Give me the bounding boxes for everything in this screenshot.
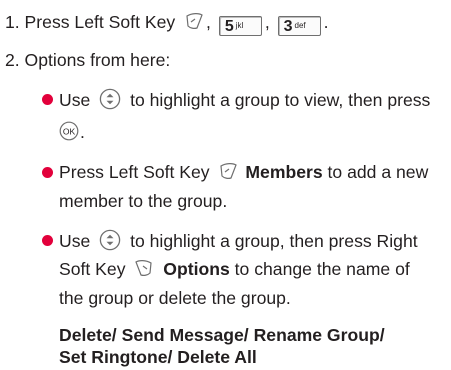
step-1-text: 1. Press Left Soft Key (5, 12, 176, 32)
bullet-3-line-1: Use to highlight a group, then press Rig… (59, 229, 418, 256)
right-soft-key-icon (134, 259, 154, 282)
step-2: 2. Options from here: (5, 50, 171, 70)
options-list-line-1: Delete/ Send Message/ Rename Group/ (59, 325, 385, 345)
members-label: Members (245, 162, 323, 182)
left-soft-key-icon (184, 12, 204, 35)
bullet-2-line-2: member to the group. (59, 191, 228, 211)
key-3: 3 def (277, 16, 321, 36)
nav-updown-icon (99, 229, 121, 256)
manual-page: 1. Press Left Soft Key , 5 jkl, 3 def. 2. … (0, 0, 451, 370)
nav-updown-icon (99, 88, 121, 115)
bullet-3 (42, 235, 53, 246)
bullet-3-line-3: the group or delete the group. (59, 288, 291, 308)
step-1: 1. Press Left Soft Key , 5 jkl, 3 def. (5, 12, 329, 36)
bullet-1 (42, 94, 53, 105)
options-label: Options (163, 259, 230, 279)
bullet-3-line-2: Soft Key Options to change the name of (59, 258, 410, 282)
options-list-line-2: Set Ringtone/ Delete All (59, 347, 257, 367)
left-soft-key-icon (218, 162, 238, 185)
ok-key-icon: OK (59, 121, 79, 146)
bullet-1-line-2: OK . (59, 121, 85, 146)
bullet-2-line-1: Press Left Soft Key Members to add a new (59, 161, 428, 185)
key-5: 5 jkl (218, 16, 262, 36)
bullet-2 (42, 167, 53, 178)
bullet-1-line-1: Use to highlight a group to view, then p… (59, 88, 430, 115)
svg-text:OK: OK (63, 126, 76, 136)
